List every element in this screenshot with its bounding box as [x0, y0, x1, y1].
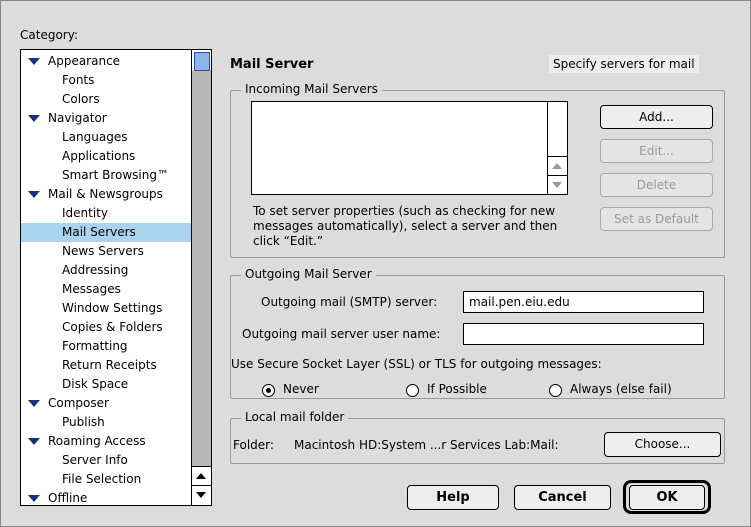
category-item-label: Applications: [62, 149, 136, 163]
disclosure-triangle-icon[interactable]: [28, 400, 40, 407]
category-item-label: Composer: [48, 396, 109, 410]
incoming-scrollbar[interactable]: [547, 102, 567, 194]
category-item-label: Languages: [62, 130, 128, 144]
category-item-window-settings[interactable]: Window Settings: [21, 299, 193, 318]
category-item-colors[interactable]: Colors: [21, 90, 193, 109]
incoming-group-title: Incoming Mail Servers: [241, 82, 382, 96]
category-item-copies-folders[interactable]: Copies & Folders: [21, 318, 193, 337]
category-item-applications[interactable]: Applications: [21, 147, 193, 166]
scroll-up-button[interactable]: [192, 466, 211, 486]
incoming-scroll-up[interactable]: [548, 156, 567, 176]
category-item-smart-browsing[interactable]: Smart Browsing™: [21, 166, 193, 185]
cancel-button[interactable]: Cancel: [514, 485, 611, 510]
arrow-down-icon: [196, 492, 206, 498]
panel-description: Specify servers for mail: [549, 55, 699, 73]
disclosure-triangle-icon[interactable]: [28, 58, 40, 65]
category-item-composer[interactable]: Composer: [21, 394, 193, 413]
ssl-never-label[interactable]: Never: [283, 382, 319, 396]
category-item-addressing[interactable]: Addressing: [21, 261, 193, 280]
category-item-label: News Servers: [62, 244, 144, 258]
category-items: Appearance Fonts Colors Navigator Languages A…: [21, 52, 193, 508]
category-list[interactable]: Appearance Fonts Colors Navigator Languages A…: [20, 49, 212, 506]
disclosure-triangle-icon[interactable]: [28, 115, 40, 122]
category-item-label: Copies & Folders: [62, 320, 163, 334]
category-item-label: Formatting: [62, 339, 128, 353]
category-item-label: Appearance: [48, 54, 121, 68]
ssl-never-radio[interactable]: [262, 384, 275, 397]
delete-button[interactable]: Delete: [600, 173, 713, 197]
scroll-thumb[interactable]: [194, 52, 210, 71]
category-item-label: Offline: [48, 491, 88, 505]
folder-label: Folder:: [233, 438, 274, 452]
folder-path: Macintosh HD:System ...r Services Lab:Ma…: [294, 438, 559, 452]
category-item-mail-servers[interactable]: Mail Servers: [21, 223, 193, 242]
category-item-label: Smart Browsing™: [62, 168, 169, 182]
disclosure-triangle-icon[interactable]: [28, 438, 40, 445]
ssl-label: Use Secure Socket Layer (SSL) or TLS for…: [231, 357, 602, 371]
category-item-label: Disk Space: [62, 377, 129, 391]
outgoing-group-title: Outgoing Mail Server: [241, 267, 376, 281]
category-item-roaming-access[interactable]: Roaming Access: [21, 432, 193, 451]
local-folder-group-title: Local mail folder: [241, 410, 349, 424]
category-item-mail-newsgroups[interactable]: Mail & Newsgroups: [21, 185, 193, 204]
category-item-languages[interactable]: Languages: [21, 128, 193, 147]
category-item-file-selection[interactable]: File Selection: [21, 470, 193, 489]
preferences-dialog: Category: Appearance Fonts Colors Navigator…: [0, 0, 751, 527]
category-item-label: Fonts: [62, 73, 95, 87]
category-item-label: Server Info: [62, 453, 128, 467]
category-item-label: Addressing: [62, 263, 129, 277]
ssl-always-label[interactable]: Always (else fail): [570, 382, 672, 396]
category-item-disk-space[interactable]: Disk Space: [21, 375, 193, 394]
category-item-label: Publish: [62, 415, 105, 429]
disclosure-triangle-icon[interactable]: [28, 191, 40, 198]
choose-folder-button[interactable]: Choose...: [604, 432, 721, 457]
category-label: Category:: [20, 28, 78, 42]
add-button[interactable]: Add...: [600, 105, 713, 129]
category-item-publish[interactable]: Publish: [21, 413, 193, 432]
smtp-server-label: Outgoing mail (SMTP) server:: [261, 295, 438, 309]
help-button[interactable]: Help: [407, 485, 499, 510]
ok-button[interactable]: OK: [629, 485, 705, 510]
category-item-server-info[interactable]: Server Info: [21, 451, 193, 470]
category-item-label: Return Receipts: [62, 358, 157, 372]
category-item-fonts[interactable]: Fonts: [21, 71, 193, 90]
category-item-label: Mail Servers: [62, 225, 136, 239]
arrow-up-icon: [552, 163, 562, 169]
smtp-server-field[interactable]: mail.pen.eiu.edu: [463, 291, 704, 313]
panel-title: Mail Server: [230, 57, 314, 72]
arrow-up-icon: [196, 473, 206, 479]
category-item-label: Roaming Access: [48, 434, 146, 448]
scroll-track[interactable]: [192, 71, 211, 466]
ssl-if-possible-radio[interactable]: [406, 384, 419, 397]
category-item-appearance[interactable]: Appearance: [21, 52, 193, 71]
category-item-label: Colors: [62, 92, 100, 106]
incoming-scroll-down[interactable]: [548, 175, 567, 195]
username-field[interactable]: [463, 323, 704, 345]
incoming-server-list[interactable]: [251, 101, 568, 195]
ssl-always-radio[interactable]: [549, 384, 562, 397]
category-item-news-servers[interactable]: News Servers: [21, 242, 193, 261]
scroll-down-button[interactable]: [192, 485, 211, 505]
arrow-down-icon: [552, 182, 562, 188]
category-item-label: Messages: [62, 282, 121, 296]
category-item-formatting[interactable]: Formatting: [21, 337, 193, 356]
category-item-offline[interactable]: Offline: [21, 489, 193, 508]
ssl-if-possible-label[interactable]: If Possible: [427, 382, 487, 396]
username-label: Outgoing mail server user name:: [242, 327, 441, 341]
set-default-button[interactable]: Set as Default: [600, 207, 713, 231]
category-item-label: Navigator: [48, 111, 107, 125]
category-item-label: Identity: [62, 206, 108, 220]
category-item-navigator[interactable]: Navigator: [21, 109, 193, 128]
category-item-identity[interactable]: Identity: [21, 204, 193, 223]
disclosure-triangle-icon[interactable]: [28, 495, 40, 502]
category-item-label: Mail & Newsgroups: [48, 187, 163, 201]
edit-button[interactable]: Edit...: [600, 139, 713, 163]
incoming-info-text: To set server properties (such as checki…: [253, 204, 558, 248]
category-item-return-receipts[interactable]: Return Receipts: [21, 356, 193, 375]
category-scrollbar[interactable]: [191, 50, 211, 505]
category-item-messages[interactable]: Messages: [21, 280, 193, 299]
category-item-label: File Selection: [62, 472, 142, 486]
category-item-label: Window Settings: [62, 301, 163, 315]
